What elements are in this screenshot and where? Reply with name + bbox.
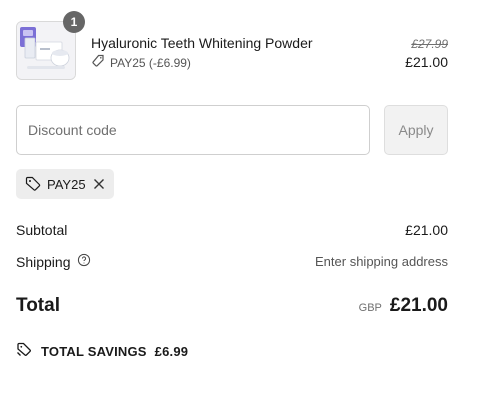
applied-discount-chip: PAY25 [16, 169, 114, 199]
shipping-value: Enter shipping address [315, 254, 448, 269]
total-value-group: GBP £21.00 [359, 295, 448, 317]
total-savings: TOTAL SAVINGS £6.99 [16, 341, 188, 361]
savings-label: TOTAL SAVINGS [41, 343, 147, 359]
help-circle-icon[interactable] [77, 253, 91, 270]
quantity-badge: 1 [63, 11, 85, 33]
currency-code: GBP [358, 302, 382, 314]
total-label: Total [16, 295, 60, 316]
total-amount: £21.00 [389, 295, 448, 316]
shipping-label: Shipping [16, 253, 71, 270]
product-price: £21.00 [405, 54, 448, 70]
product-discount-label: PAY25 (-£6.99) [110, 55, 191, 70]
apply-button[interactable]: Apply [384, 105, 448, 155]
savings-value: £6.99 [154, 343, 189, 359]
shipping-row-label: Shipping [16, 253, 91, 270]
subtotal-label: Subtotal [16, 222, 68, 238]
product-discount: PAY25 (-£6.99) [91, 54, 191, 71]
close-icon[interactable] [93, 178, 105, 190]
tag-icon [25, 175, 41, 194]
tag-icon [91, 54, 105, 71]
double-tag-icon [16, 341, 33, 361]
applied-code-label: PAY25 [47, 176, 86, 192]
product-name: Hyaluronic Teeth Whitening Powder [91, 35, 313, 51]
subtotal-value: £21.00 [405, 222, 448, 238]
original-price: £27.99 [411, 37, 448, 51]
discount-code-input[interactable] [16, 105, 370, 155]
